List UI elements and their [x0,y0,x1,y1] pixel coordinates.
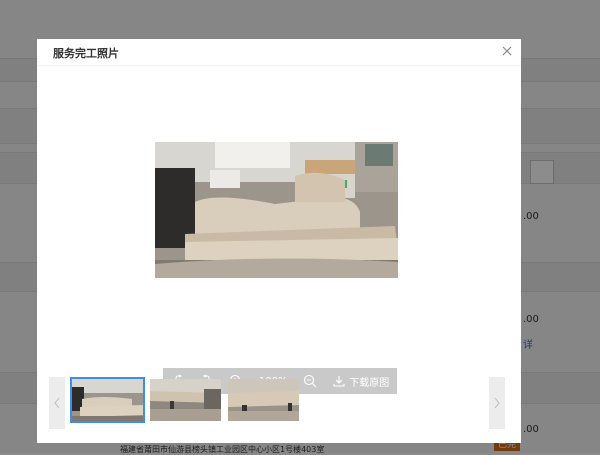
thumbnail-3[interactable] [228,379,299,421]
main-photo[interactable] [155,142,398,278]
thumbnail-2[interactable] [150,379,221,421]
thumbnail-strip [37,377,521,433]
close-icon[interactable] [499,43,515,59]
thumb-next-button[interactable] [489,377,505,429]
image-preview-area: 100% 下载原图 [37,66,521,394]
photo-viewer-modal: 服务完工照片 下载原图 [37,39,521,443]
modal-title: 服务完工照片 [53,47,119,60]
thumb-prev-button[interactable] [49,377,65,429]
thumbnail-1[interactable] [70,377,145,423]
chevron-right-icon [494,397,500,409]
chevron-left-icon [54,397,60,409]
